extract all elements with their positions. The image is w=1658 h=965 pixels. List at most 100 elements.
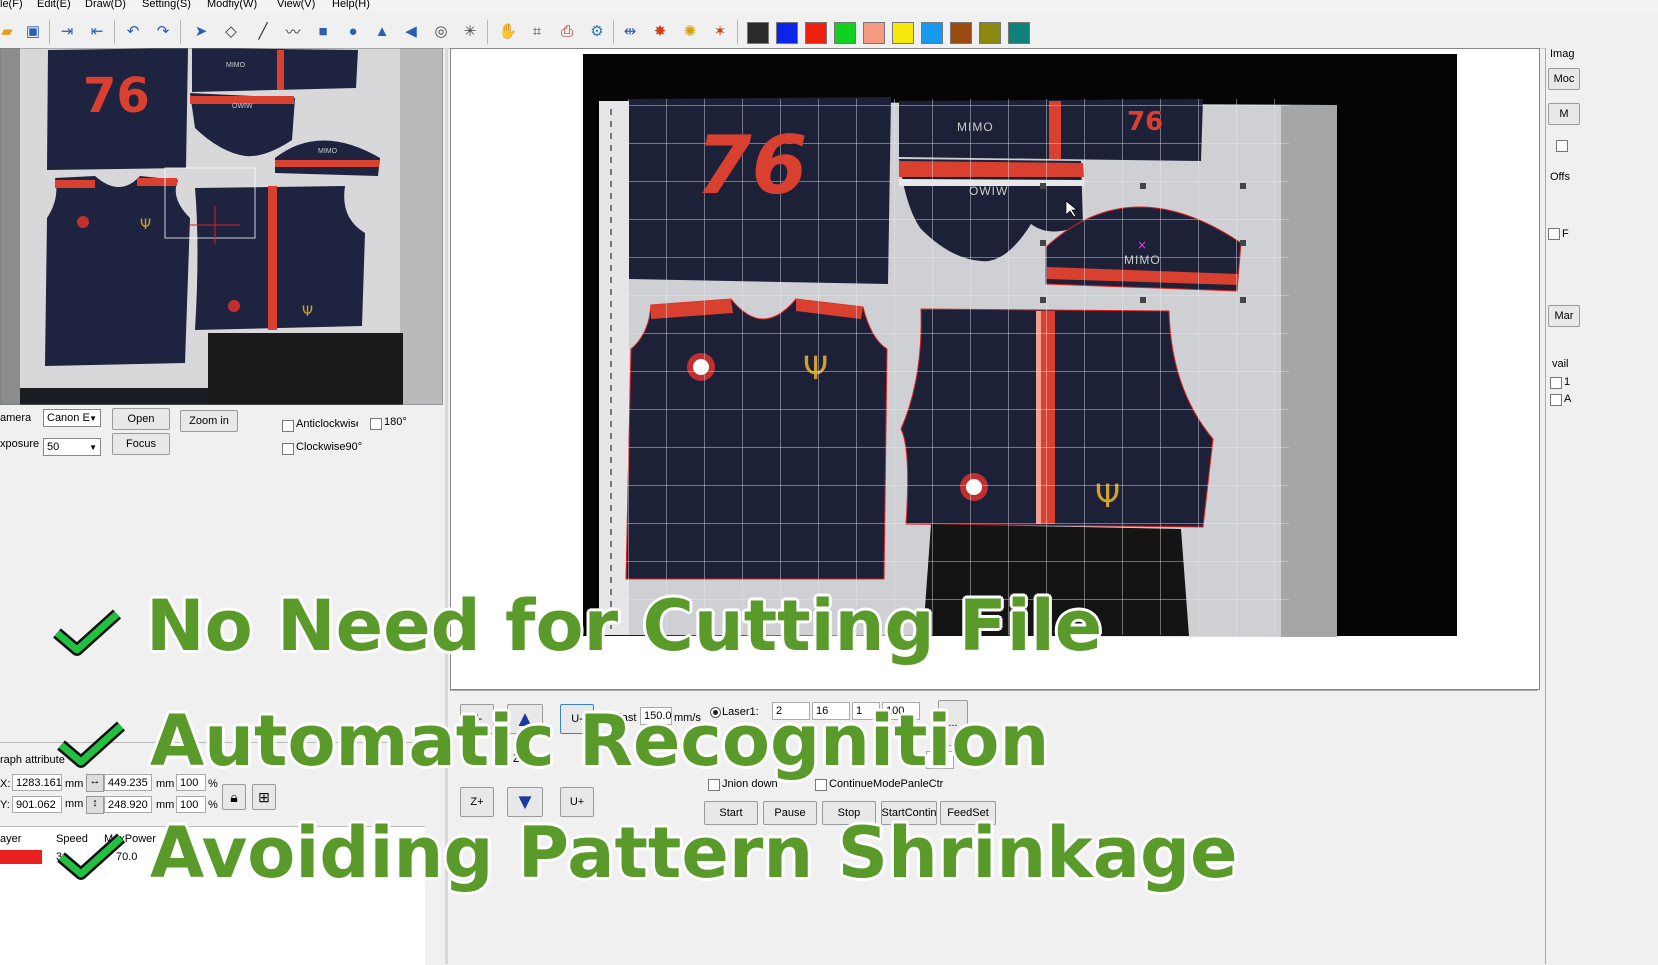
open-folder-icon[interactable]: ▰ (0, 20, 18, 42)
checkmark-icon-3 (57, 833, 126, 880)
clockwise90-checkbox[interactable] (282, 443, 294, 455)
menu-view[interactable]: View(V) (277, 0, 315, 10)
canvas-small-number: 76 (1127, 107, 1164, 137)
lock-ratio-icon[interactable]: 🔒︎ (222, 784, 246, 810)
menu-file[interactable]: le(F) (0, 0, 23, 10)
cluster-icon[interactable]: ✺ (679, 20, 701, 42)
checkmark-icon-2 (57, 721, 126, 768)
camera-thumbnail[interactable]: Ψ Ψ 76 MIMO OWIW MIMO (0, 48, 443, 405)
menu-edit[interactable]: Edit(E) (37, 0, 71, 10)
redo-icon[interactable]: ↷ (152, 20, 174, 42)
right-checkbox-f[interactable] (1548, 228, 1560, 240)
array-icon[interactable]: ✸ (649, 20, 671, 42)
rectangle-icon[interactable]: ■ (312, 20, 334, 42)
right-item-1: 1 (1564, 376, 1571, 388)
checkmark-icon-1 (53, 609, 122, 656)
open-button[interactable]: Open (112, 408, 170, 430)
select-arrow-icon[interactable]: ➤ (190, 20, 212, 42)
exposure-label: xposure (0, 438, 40, 450)
star-icon[interactable]: ✳ (459, 20, 481, 42)
canvas-mimo-flipped: OWIW (969, 184, 1009, 198)
color-swatch[interactable] (834, 22, 856, 44)
svg-text:×: × (1137, 238, 1147, 252)
mode-button[interactable]: Moc (1548, 68, 1580, 90)
overlay-line-2: Automatic Recognition (150, 700, 1050, 782)
toolbar: ▰ ▣ ⇥ ⇤ ↶ ↷ ➤ ◇ ╱ 〰 ■ ● ▲ ◀ ◎ ✳ ✋ ⌗ ⎙ ⚙ … (0, 14, 1658, 49)
y-position-field[interactable]: 901.062 (12, 796, 62, 813)
anticlockwise-label: Anticlockwise (296, 418, 358, 430)
menu-setting[interactable]: Setting(S) (142, 0, 191, 10)
width-field[interactable]: 449.235 (104, 774, 152, 791)
circle-icon[interactable]: ● (342, 20, 364, 42)
color-swatch[interactable] (979, 22, 1001, 44)
menu-modify[interactable]: Modfiy(W) (207, 0, 257, 10)
anticlockwise-checkbox[interactable] (282, 420, 294, 432)
menu-help[interactable]: Help(H) (332, 0, 370, 10)
color-swatch[interactable] (805, 22, 827, 44)
save-icon[interactable]: ▣ (22, 20, 44, 42)
rotate180-checkbox[interactable] (370, 418, 382, 430)
layer-header: ayer (0, 833, 22, 845)
x-position-field[interactable]: 1283.161 (12, 774, 62, 791)
color-swatch[interactable] (747, 22, 769, 44)
thumb-number: 76 (83, 68, 150, 124)
overlay-line-3: Avoiding Pattern Shrinkage (150, 812, 1238, 894)
color-swatch[interactable] (1008, 22, 1030, 44)
camera-select[interactable]: Canon E ▼ (43, 409, 101, 427)
height-arrows-icon: ↕ (86, 796, 104, 814)
gear-icon[interactable]: ⚙ (586, 20, 608, 42)
focus-button[interactable]: Focus (112, 433, 170, 455)
y-label: Y: (0, 799, 10, 811)
zoom-in-button[interactable]: Zoom in (180, 410, 238, 432)
width-arrows-icon: ↔ (86, 774, 104, 792)
exposure-select[interactable]: 50 ▼ (43, 438, 101, 456)
avail-label: vail (1552, 358, 1569, 370)
mark-button[interactable]: Mar (1548, 305, 1580, 327)
color-swatch[interactable] (892, 22, 914, 44)
spiral-icon[interactable]: ◎ (430, 20, 452, 42)
import-icon[interactable]: ⇥ (56, 20, 78, 42)
right-checkbox-3[interactable] (1550, 394, 1562, 406)
polyline-icon[interactable]: 〰 (282, 20, 304, 42)
canvas-mimo-sleeve: MIMO (1124, 253, 1161, 267)
right-panel (1545, 48, 1658, 964)
height-unit: mm (156, 799, 175, 811)
color-swatch[interactable] (776, 22, 798, 44)
y-unit: mm (65, 798, 84, 810)
right-image-label: Imag (1550, 48, 1575, 60)
canvas-mimo-label: MIMO (957, 120, 994, 134)
mirror-horizontal-icon[interactable]: ◀ (400, 20, 422, 42)
height-percent-field[interactable]: 100 (176, 796, 206, 813)
undo-icon[interactable]: ↶ (122, 20, 144, 42)
layer-color-swatch[interactable] (0, 850, 42, 864)
right-checkbox-1[interactable] (1556, 140, 1568, 152)
right-checkbox-2[interactable] (1550, 377, 1562, 389)
node-star-icon[interactable]: ✶ (709, 20, 731, 42)
node-edit-icon[interactable]: ◇ (220, 20, 242, 42)
x-unit: mm (65, 778, 84, 790)
mirror-vertical-icon[interactable]: ▲ (371, 20, 393, 42)
rotate180-label: 180° (384, 416, 407, 428)
color-swatch[interactable] (863, 22, 885, 44)
hand-pan-icon[interactable]: ✋ (497, 20, 519, 42)
height-field[interactable]: 248.920 (104, 796, 152, 813)
overlay-line-1: No Need for Cutting File (146, 585, 1103, 667)
export-icon[interactable]: ⇤ (86, 20, 108, 42)
offset-label: Offs (1550, 171, 1570, 183)
color-swatch[interactable] (950, 22, 972, 44)
menu-draw[interactable]: Draw(D) (85, 0, 126, 10)
svg-text:Ψ: Ψ (140, 217, 151, 233)
m-button[interactable]: M (1548, 103, 1580, 125)
camera-label: amera (0, 412, 32, 424)
x-label: X: (0, 778, 11, 790)
right-item-a: A (1564, 393, 1572, 405)
line-icon[interactable]: ╱ (252, 20, 274, 42)
menu-bar: le(F) Edit(E) Draw(D) Setting(S) Modfiy(… (0, 0, 1658, 12)
grid-icon[interactable]: ⊞ (252, 784, 276, 810)
clockwise90-label: Clockwise90° (296, 441, 363, 453)
printer-icon[interactable]: ⎙ (556, 20, 578, 42)
align-icon[interactable]: ⇹ (619, 20, 641, 42)
color-swatch[interactable] (921, 22, 943, 44)
canvas-number: 76 (696, 119, 808, 212)
crop-icon[interactable]: ⌗ (526, 20, 548, 42)
